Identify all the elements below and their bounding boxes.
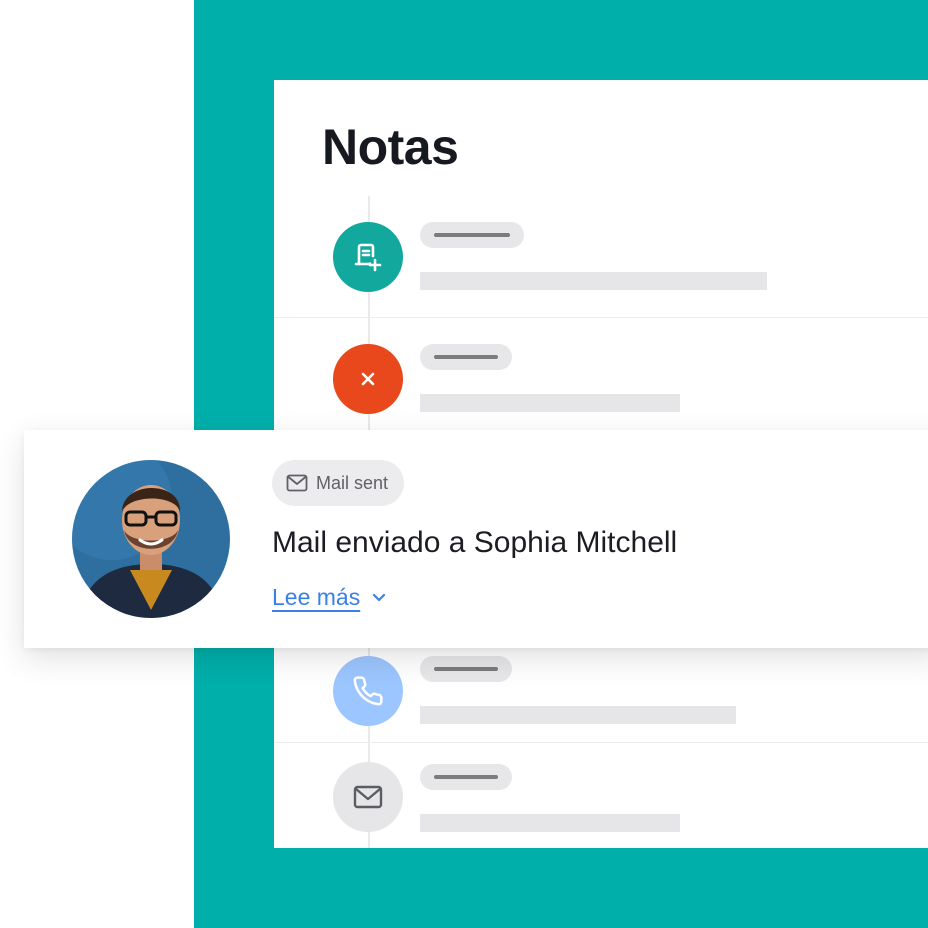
mail-icon [286,474,308,492]
note-text-placeholder [420,394,680,412]
activity-card[interactable]: Mail sent Mail enviado a Sophia Mitchell… [24,430,928,648]
avatar [72,460,230,618]
note-title-placeholder [420,656,512,682]
close-icon[interactable] [333,344,403,414]
phone-icon[interactable] [333,656,403,726]
status-badge-label: Mail sent [316,472,389,493]
row-divider [274,742,928,743]
document-add-icon[interactable] [333,222,403,292]
read-more-link[interactable]: Lee más [272,584,386,611]
status-badge: Mail sent [272,460,405,506]
read-more-label[interactable]: Lee más [272,584,360,611]
activity-title: Mail enviado a Sophia Mitchell [272,526,678,559]
page-title: Notas [322,119,459,175]
note-text-placeholder [420,814,680,832]
row-divider [274,317,928,318]
note-title-placeholder [420,222,524,248]
note-text-placeholder [420,272,767,290]
note-title-placeholder [420,764,512,790]
note-title-placeholder [420,344,512,370]
mail-icon[interactable] [333,762,403,832]
note-text-placeholder [420,706,736,724]
chevron-down-icon[interactable] [372,593,386,603]
